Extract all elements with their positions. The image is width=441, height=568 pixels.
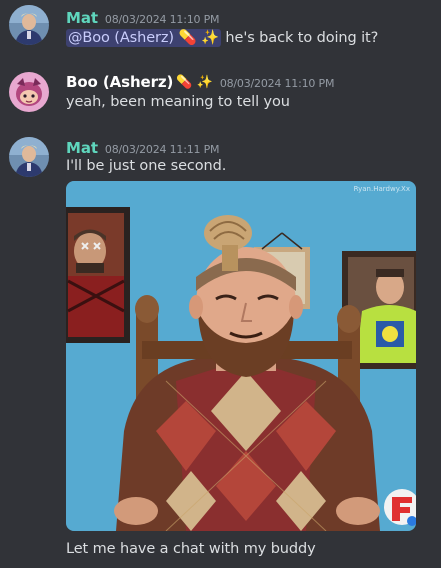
- author-name[interactable]: Boo (Asherz): [66, 73, 173, 91]
- message-content: Let me have a chat with my buddy: [66, 541, 316, 557]
- message-text: he's back to doing it?: [220, 30, 379, 46]
- mat-avatar[interactable]: [9, 5, 49, 45]
- message-text: I'll be just one second.: [66, 158, 227, 174]
- user-mention[interactable]: @Boo (Asherz) 💊 ✨: [66, 29, 221, 47]
- message-header: Boo (Asherz) 💊 ✨ 08/03/2024 11:10 PM: [66, 72, 334, 91]
- left-portrait-frame: [66, 207, 130, 343]
- message-text: Let me have a chat with my buddy: [66, 541, 316, 557]
- mat-avatar[interactable]: [9, 137, 49, 177]
- message-content: I'll be just one second.: [66, 158, 226, 174]
- author-name[interactable]: Mat: [66, 9, 98, 27]
- message-text: yeah, been meaning to tell you: [66, 94, 290, 110]
- message-header: Mat 08/03/2024 11:10 PM: [66, 8, 220, 27]
- message-content: yeah, been meaning to tell you: [66, 94, 290, 110]
- message-timestamp[interactable]: 08/03/2024 11:10 PM: [105, 13, 220, 26]
- message-header: Mat 08/03/2024 11:11 PM: [66, 138, 220, 157]
- message-timestamp[interactable]: 08/03/2024 11:11 PM: [105, 143, 220, 156]
- chat-message-list: Mat 08/03/2024 11:10 PM @Boo (Asherz) 💊 ✨…: [0, 0, 441, 568]
- pill-sparkles-emoji: 💊 ✨: [176, 75, 213, 90]
- gif-corner-watermark-text: Ryan.Hardwy.Xx: [354, 185, 410, 193]
- message-timestamp[interactable]: 08/03/2024 11:10 PM: [220, 77, 335, 90]
- message-content: @Boo (Asherz) 💊 ✨ he's back to doing it?: [66, 29, 379, 47]
- author-name[interactable]: Mat: [66, 139, 98, 157]
- gif-attachment[interactable]: Ryan.Hardwy.Xx: [66, 181, 416, 531]
- boo-avatar[interactable]: [9, 72, 49, 112]
- person-sweater: [114, 359, 380, 531]
